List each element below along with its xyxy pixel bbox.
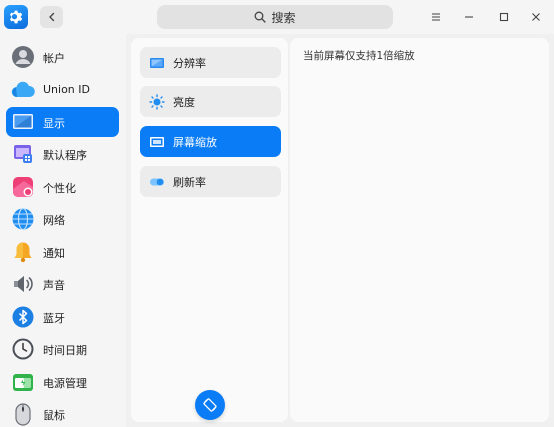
sidebar-item-label: 电源管理 (43, 377, 87, 390)
sidebar-item-label: 鼠标 (43, 409, 65, 422)
battery-icon (11, 370, 35, 394)
search-placeholder: 搜索 (271, 10, 296, 25)
sidebar-item-datetime[interactable]: 时间日期 (6, 334, 119, 364)
cloud-icon (11, 78, 35, 102)
sidebar-item-network[interactable]: 网络 (6, 204, 119, 234)
menu-icon (432, 13, 440, 21)
default-apps-icon (11, 142, 35, 166)
search-input[interactable]: 搜索 (157, 5, 393, 29)
sidebar-item-bluetooth[interactable]: 蓝牙 (6, 302, 119, 332)
minimize-icon (465, 16, 473, 18)
sidebar-item-label: 默认程序 (43, 149, 87, 162)
submenu-item-screen-scale[interactable]: 屏幕缩放 (140, 126, 281, 157)
submenu-item-label: 分辨率 (173, 57, 206, 70)
sidebar-item-sound[interactable]: 声音 (6, 269, 119, 299)
clock-icon (11, 337, 35, 361)
submenu-item-refresh-rate[interactable]: 刷新率 (140, 166, 281, 197)
sidebar-item-label: 网络 (43, 214, 65, 227)
screen-scale-content: 当前屏幕仅支持1倍缩放 (290, 38, 549, 422)
sidebar-item-notification[interactable]: 通知 (6, 237, 119, 267)
speaker-icon (11, 272, 35, 296)
scale-support-message: 当前屏幕仅支持1倍缩放 (303, 50, 415, 62)
sidebar-item-label: Union ID (43, 83, 90, 96)
refresh-rate-toggle-icon (149, 174, 165, 190)
network-globe-icon (11, 207, 35, 231)
account-avatar-icon (11, 45, 35, 69)
sidebar-item-default-apps[interactable]: 默认程序 (6, 139, 119, 169)
close-icon (532, 13, 540, 21)
title-bar: 搜索 (0, 0, 554, 34)
sidebar: 帐户 Union ID 显示 默认程序 个性化 网络 通知 声音 蓝牙 时间日期… (0, 34, 126, 427)
submenu-item-resolution[interactable]: 分辨率 (140, 47, 281, 78)
search-icon (255, 11, 267, 23)
sidebar-item-power[interactable]: 电源管理 (6, 367, 119, 397)
personalization-icon (11, 175, 35, 199)
sidebar-item-label: 个性化 (43, 182, 76, 195)
screen-scale-icon (149, 134, 165, 150)
sidebar-item-label: 帐户 (43, 52, 65, 65)
display-monitor-icon (11, 110, 35, 134)
display-submenu-panel: 分辨率 亮度 屏幕缩放 刷新率 (131, 38, 288, 422)
sidebar-item-label: 时间日期 (43, 344, 87, 357)
sidebar-item-label: 声音 (43, 279, 65, 292)
bluetooth-icon (11, 305, 35, 329)
settings-gear-icon (4, 5, 28, 29)
minimize-button[interactable] (460, 8, 478, 26)
sidebar-item-display[interactable]: 显示 (6, 107, 119, 137)
rotate-screen-button[interactable] (195, 390, 225, 420)
maximize-icon (499, 12, 509, 22)
back-button[interactable] (40, 6, 63, 28)
menu-button[interactable] (427, 8, 445, 26)
mouse-icon (11, 402, 35, 426)
chevron-left-icon (48, 12, 54, 22)
sidebar-item-account[interactable]: 帐户 (6, 42, 119, 72)
submenu-item-label: 亮度 (173, 96, 195, 109)
submenu-item-label: 刷新率 (173, 176, 206, 189)
maximize-button[interactable] (495, 8, 513, 26)
sidebar-item-mouse[interactable]: 鼠标 (6, 399, 119, 427)
submenu-item-label: 屏幕缩放 (173, 136, 217, 149)
sidebar-item-union-id[interactable]: Union ID (6, 75, 119, 105)
sidebar-item-label: 显示 (43, 117, 65, 130)
submenu-item-brightness[interactable]: 亮度 (140, 86, 281, 117)
resolution-icon (149, 55, 165, 71)
brightness-sun-icon (149, 94, 165, 110)
notification-bell-icon (11, 240, 35, 264)
rotate-screen-icon (203, 398, 217, 412)
close-button[interactable] (527, 8, 545, 26)
sidebar-item-personalization[interactable]: 个性化 (6, 172, 119, 202)
sidebar-item-label: 通知 (43, 247, 65, 260)
sidebar-item-label: 蓝牙 (43, 312, 65, 325)
